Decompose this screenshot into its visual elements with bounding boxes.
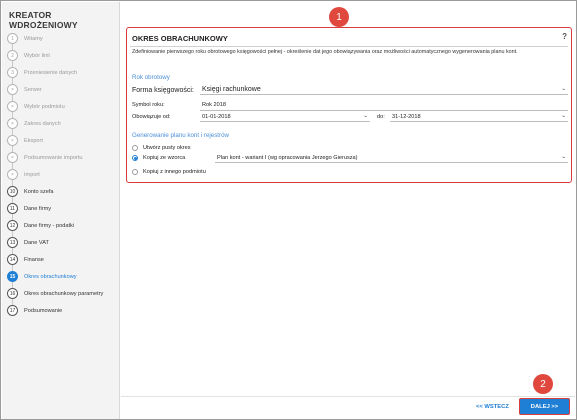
help-icon[interactable]: ? <box>562 32 567 41</box>
date-to-picker[interactable]: 31-12-2018 ⌄ <box>390 112 568 122</box>
radio-button[interactable] <box>132 145 138 151</box>
step-item[interactable]: × Serwer <box>7 77 119 102</box>
footer-divider <box>121 396 575 397</box>
step-label: Dane VAT <box>24 239 49 246</box>
forma-ksiegowosci-value: Księgi rachunkowe <box>202 86 261 93</box>
step-label: Okres obrachunkowy parametry <box>24 290 104 297</box>
date-from-picker[interactable]: 01-01-2018 ⌄ <box>200 112 370 122</box>
radio-label: Kopiuj z innego podmiotu <box>143 169 206 175</box>
symbol-roku-underline <box>200 110 568 111</box>
radio-copy-entity[interactable]: Kopiuj z innego podmiotu <box>132 169 206 175</box>
step-item[interactable]: 14 Finanse <box>7 247 119 272</box>
step-item[interactable]: 12 Dane firmy - podatki <box>7 213 119 238</box>
step-skipped-icon: × <box>7 101 18 112</box>
step-item[interactable]: × Import <box>7 162 119 187</box>
steps-list: 1 Witamy 2 Wybór linii 3 Przeniesienie danych… <box>7 30 119 319</box>
back-button[interactable]: << WSTECZ <box>476 404 509 410</box>
step-item[interactable]: 17 Podsumowanie <box>7 298 119 319</box>
step-item[interactable]: × Wybór podmiotu <box>7 94 119 119</box>
obowiazuje-od-label: Obowiązuje od: <box>132 114 171 120</box>
step-label: Eksport <box>24 137 43 144</box>
chevron-down-icon: ⌄ <box>561 154 566 160</box>
step-number: 3 <box>7 67 18 78</box>
next-button[interactable]: DALEJ >> <box>519 398 570 415</box>
step-label: Podsumowanie <box>24 307 63 314</box>
step-label: Dane firmy - podatki <box>24 222 75 229</box>
step-item[interactable]: 10 Konto szefa <box>7 179 119 204</box>
step-item[interactable]: 16 Okres obrachunkowy parametry <box>7 281 119 306</box>
step-number: 10 <box>7 186 18 197</box>
chevron-down-icon: ⌄ <box>561 113 566 119</box>
step-item[interactable]: × Zakres danych <box>7 111 119 136</box>
step-label: Przeniesienie danych <box>24 69 78 76</box>
step-skipped-icon: × <box>7 84 18 95</box>
step-label: Witamy <box>24 35 43 42</box>
step-number: 16 <box>7 288 18 299</box>
content-panel: OKRES OBRACHUNKOWY ? Zdefiniowanie pierw… <box>126 27 572 183</box>
step-item[interactable]: 13 Dane VAT <box>7 230 119 255</box>
step-number: 1 <box>7 33 18 44</box>
step-number: 2 <box>7 50 18 61</box>
step-number: 13 <box>7 237 18 248</box>
step-number: 17 <box>7 305 18 316</box>
step-item[interactable]: 15 Okres obrachunkowy <box>7 264 119 289</box>
app-title: KREATOR WDROŻENIOWY <box>9 10 78 30</box>
radio-button[interactable] <box>132 169 138 175</box>
step-label: Konto szefa <box>24 188 54 195</box>
chevron-down-icon: ⌄ <box>561 86 566 92</box>
radio-label: Kopiuj ze wzorca <box>143 155 186 161</box>
step-skipped-icon: × <box>7 135 18 146</box>
step-skipped-icon: × <box>7 118 18 129</box>
page-title: OKRES OBRACHUNKOWY <box>132 34 228 43</box>
step-number: 15 <box>7 271 18 282</box>
annotation-badge-1: 1 <box>329 7 349 27</box>
radio-empty-period[interactable]: Utwórz pusty okres <box>132 145 191 151</box>
step-item[interactable]: 1 Witamy <box>7 30 119 47</box>
radio-button-selected[interactable] <box>132 155 138 161</box>
step-number: 11 <box>7 203 18 214</box>
step-number: 12 <box>7 220 18 231</box>
sidebar: KREATOR WDROŻENIOWY 1 Witamy 2 Wybór linii 3… <box>2 2 120 419</box>
symbol-roku-input[interactable]: Rok 2018 <box>202 102 226 108</box>
symbol-roku-label: Symbol roku: <box>132 102 165 108</box>
step-item[interactable]: × Eksport <box>7 128 119 153</box>
step-item[interactable]: 3 Przeniesienie danych <box>7 60 119 85</box>
step-skipped-icon: × <box>7 169 18 180</box>
step-label: Okres obrachunkowy <box>24 273 77 280</box>
template-select[interactable]: Plan kont - wariant I (wg opracowania Je… <box>215 153 568 163</box>
step-item[interactable]: 2 Wybór linii <box>7 43 119 68</box>
description-text: Zdefiniowanie pierwszego roku obrotowego… <box>132 49 518 55</box>
step-label: Dane firmy <box>24 205 52 212</box>
radio-label: Utwórz pusty okres <box>143 145 191 151</box>
step-item[interactable]: × Podsumowanie importu <box>7 145 119 170</box>
date-from-value: 01-01-2018 <box>202 113 231 120</box>
step-label: Finanse <box>24 256 44 263</box>
step-label: Serwer <box>24 86 42 93</box>
forma-ksiegowosci-select[interactable]: Księgi rachunkowe ⌄ <box>200 85 568 95</box>
template-select-value: Plan kont - wariant I (wg opracowania Je… <box>217 154 358 161</box>
step-number: 14 <box>7 254 18 265</box>
wizard-window: KREATOR WDROŻENIOWY 1 Witamy 2 Wybór linii 3… <box>0 0 577 420</box>
step-skipped-icon: × <box>7 152 18 163</box>
step-item[interactable]: 11 Dane firmy <box>7 196 119 221</box>
divider <box>130 46 568 47</box>
section-heading-generowanie: Generowanie planu kont i rejestrów <box>132 132 229 139</box>
chevron-down-icon: ⌄ <box>363 113 368 119</box>
step-label: Wybór linii <box>24 52 50 59</box>
step-label: Podsumowanie importu <box>24 154 83 161</box>
step-label: Import <box>24 171 40 178</box>
section-heading-rok-obrotowy: Rok obrotowy <box>132 74 170 81</box>
date-to-value: 31-12-2018 <box>392 113 421 120</box>
forma-ksiegowosci-label: Forma księgowości: <box>132 87 194 94</box>
step-label: Zakres danych <box>24 120 61 127</box>
annotation-badge-2: 2 <box>533 374 553 394</box>
radio-copy-template[interactable]: Kopiuj ze wzorca <box>132 155 185 161</box>
date-to-label: do: <box>377 114 385 120</box>
step-label: Wybór podmiotu <box>24 103 65 110</box>
